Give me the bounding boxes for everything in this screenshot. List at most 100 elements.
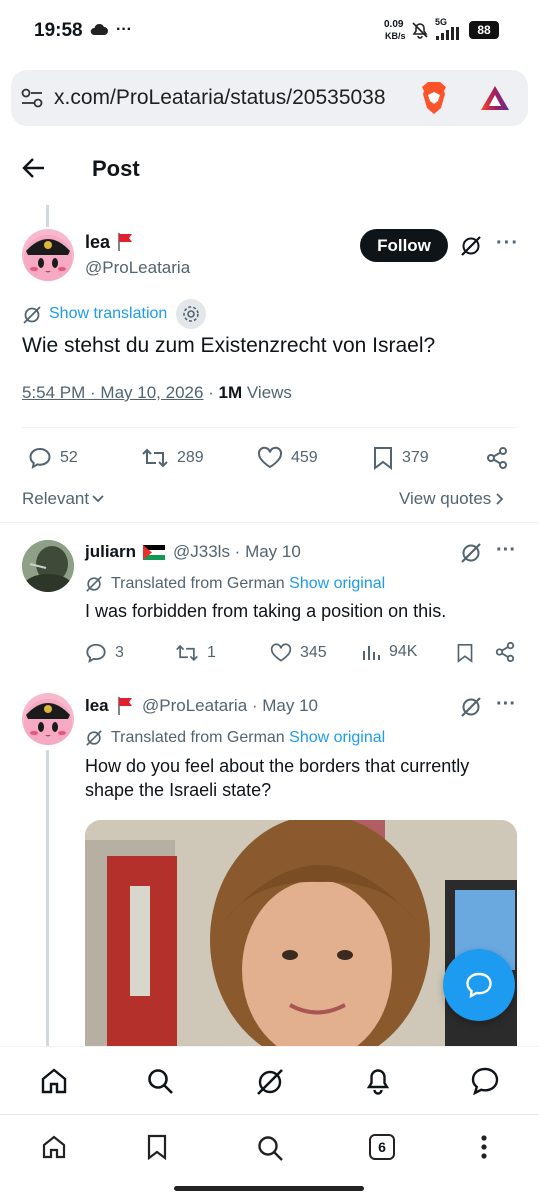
show-original-link[interactable]: Show original xyxy=(289,575,385,592)
grok-icon[interactable] xyxy=(460,542,482,564)
grok-icon[interactable] xyxy=(255,1067,285,1097)
status-time: 19:58 xyxy=(34,20,83,41)
sort-label: Relevant xyxy=(22,489,90,508)
repost-icon xyxy=(175,642,199,664)
tabs-button[interactable]: 6 xyxy=(369,1134,395,1160)
repost-action[interactable]: 289 xyxy=(141,446,204,470)
reply-handle[interactable]: @J33ls xyxy=(173,542,230,561)
more-options-icon[interactable]: ··· xyxy=(496,539,516,562)
brave-rewards-icon[interactable] xyxy=(479,84,511,112)
reply-count: 52 xyxy=(60,449,78,466)
divider xyxy=(22,427,517,428)
translate-grok-icon xyxy=(85,575,103,593)
site-settings-icon[interactable] xyxy=(21,88,43,108)
views-action[interactable]: 94K xyxy=(361,642,417,662)
reply-meta: @J33ls · May 10 xyxy=(173,542,301,561)
bookmark-action[interactable]: 379 xyxy=(372,446,429,470)
chevron-down-icon xyxy=(91,494,105,504)
like-count: 459 xyxy=(291,449,318,466)
translate-grok-icon xyxy=(22,305,42,325)
battery-indicator: 88 xyxy=(469,21,499,39)
thread-line xyxy=(46,750,49,1046)
browser-search-icon[interactable] xyxy=(256,1134,284,1162)
views-count: 94K xyxy=(389,643,418,660)
translated-label: Translated from German xyxy=(111,575,285,592)
translation-row: Translated from German Show original xyxy=(111,575,385,593)
reply-handle[interactable]: @ProLeataria xyxy=(142,696,247,715)
browser-home-icon[interactable] xyxy=(41,1134,67,1160)
cloud-icon xyxy=(89,22,109,36)
translation-row: Translated from German Show original xyxy=(111,729,385,747)
post-text: Wie stehst du zum Existenzrecht von Isra… xyxy=(22,334,436,357)
page-title: Post xyxy=(92,156,140,181)
browser-menu-icon[interactable] xyxy=(480,1134,488,1160)
reply-author-name[interactable]: lea xyxy=(85,696,109,716)
reply-text-line2: shape the Israeli state? xyxy=(85,780,272,800)
follow-button[interactable]: Follow xyxy=(360,229,448,262)
view-quotes-label: View quotes xyxy=(399,489,492,508)
like-action[interactable]: 459 xyxy=(257,446,318,470)
translation-settings-icon[interactable] xyxy=(176,299,206,329)
view-quotes-link[interactable]: View quotes xyxy=(399,489,505,509)
signal-icon xyxy=(436,26,462,40)
repost-action[interactable]: 1 xyxy=(175,642,216,664)
chat-bubble-icon xyxy=(465,972,493,998)
bookmark-icon[interactable] xyxy=(456,642,474,664)
more-options-icon[interactable]: ··· xyxy=(496,232,519,255)
brave-shields-icon[interactable] xyxy=(418,81,450,115)
post-timestamp[interactable]: 5:54 PM · May 10, 2026 xyxy=(22,383,203,402)
compose-reply-button[interactable] xyxy=(443,949,515,1021)
avatar[interactable] xyxy=(22,693,74,745)
sort-dropdown[interactable]: Relevant xyxy=(22,489,105,509)
search-icon[interactable] xyxy=(146,1067,174,1095)
bookmark-count: 379 xyxy=(402,449,429,466)
palestine-flag-icon xyxy=(143,545,165,560)
show-translation-link[interactable]: Show translation xyxy=(49,305,167,323)
post-media-image[interactable] xyxy=(85,820,517,1046)
author-handle[interactable]: @ProLeataria xyxy=(85,258,190,278)
like-action[interactable]: 345 xyxy=(270,642,327,664)
reply-text-line1: How do you feel about the borders that c… xyxy=(85,756,470,776)
show-original-link[interactable]: Show original xyxy=(289,729,385,746)
heart-icon xyxy=(257,446,283,470)
author-name[interactable]: lea xyxy=(85,232,110,253)
tab-count: 6 xyxy=(378,1139,386,1155)
reply-action[interactable]: 52 xyxy=(28,446,78,470)
repost-count: 1 xyxy=(207,644,216,661)
net-speed-value: 0.09 xyxy=(384,19,404,30)
translate-grok-icon xyxy=(85,729,103,747)
net-speed-unit: KB/s xyxy=(385,31,406,41)
reply-action[interactable]: 3 xyxy=(85,642,124,664)
reply-author-name[interactable]: juliarn xyxy=(85,542,136,562)
divider xyxy=(0,522,539,523)
analytics-icon xyxy=(361,642,381,662)
home-icon[interactable] xyxy=(40,1067,68,1095)
url-bar[interactable]: x.com/ProLeataria/status/20535038 xyxy=(11,70,528,126)
browser-bookmarks-icon[interactable] xyxy=(146,1134,168,1160)
translated-label: Translated from German xyxy=(111,729,285,746)
heart-icon xyxy=(270,642,292,664)
more-options-icon[interactable]: ··· xyxy=(496,693,516,716)
grok-icon[interactable] xyxy=(460,696,482,718)
share-icon[interactable] xyxy=(485,446,509,470)
reply-date[interactable]: May 10 xyxy=(262,696,318,715)
home-indicator[interactable] xyxy=(174,1186,364,1191)
avatar[interactable] xyxy=(22,229,74,281)
repost-icon xyxy=(141,446,169,470)
meta-separator: · xyxy=(203,383,219,402)
views-count: 1M xyxy=(218,383,243,402)
bookmark-icon xyxy=(372,446,394,470)
chevron-right-icon xyxy=(495,492,505,506)
url-text[interactable]: x.com/ProLeataria/status/20535038 xyxy=(54,86,386,110)
notifications-icon[interactable] xyxy=(364,1066,392,1096)
messages-icon[interactable] xyxy=(470,1067,500,1095)
share-icon[interactable] xyxy=(494,641,516,663)
avatar[interactable] xyxy=(22,540,74,592)
reply-date[interactable]: May 10 xyxy=(245,542,301,561)
reply-icon xyxy=(28,446,52,470)
reply-count: 3 xyxy=(115,644,124,661)
reply-icon xyxy=(85,642,107,664)
red-flag-icon xyxy=(116,232,134,252)
grok-icon[interactable] xyxy=(460,235,482,257)
back-button[interactable] xyxy=(22,157,46,179)
